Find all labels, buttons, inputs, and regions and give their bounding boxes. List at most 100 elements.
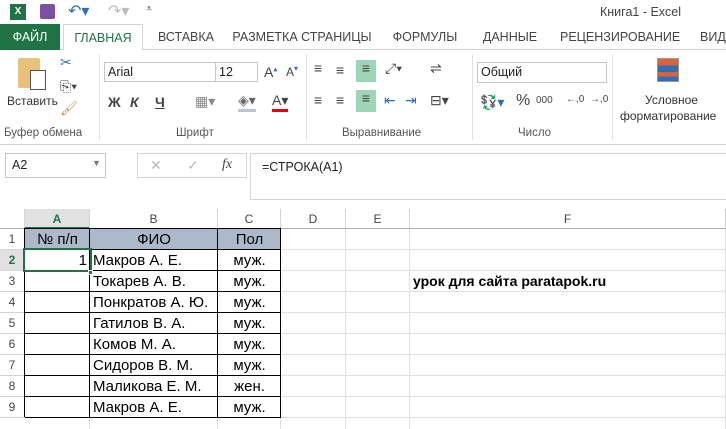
decrease-indent-icon[interactable]: ⇤ — [384, 92, 396, 109]
divider — [612, 54, 613, 140]
align-top-icon[interactable]: ≡ — [314, 60, 322, 76]
ribbon-tabs: ФАЙЛ ГЛАВНАЯ ВСТАВКА РАЗМЕТКА СТРАНИЦЫ Ф… — [0, 24, 726, 51]
align-right-icon[interactable]: ≡ — [356, 90, 376, 112]
name-box-dropdown-icon[interactable]: ▼ — [92, 158, 101, 168]
insert-function-icon[interactable]: fx — [222, 157, 232, 173]
row-header-4[interactable]: 4 — [0, 292, 25, 313]
spreadsheet-grid[interactable]: A B C D E F 1 2 3 4 5 6 7 8 9 № п/п ФИО Пол 1 Макров А. Е. м… — [0, 209, 726, 429]
gridline — [409, 229, 410, 429]
font-name-select[interactable]: Arial — [104, 62, 216, 82]
column-header-B[interactable]: B — [90, 209, 218, 229]
font-color-icon[interactable]: A▾ — [272, 92, 289, 112]
cell-gender[interactable]: муж. — [218, 334, 281, 355]
customize-toolbar-icon[interactable]: ⩡ — [146, 3, 152, 16]
enter-icon[interactable]: ✓ — [187, 157, 199, 174]
merge-center-icon[interactable]: ⊟▾ — [430, 92, 449, 109]
row-header-9[interactable]: 9 — [0, 397, 25, 418]
undo-icon[interactable]: ↶▾ — [68, 1, 89, 21]
align-center-icon[interactable]: ≡ — [336, 92, 344, 108]
cell-gender[interactable]: муж. — [218, 271, 281, 292]
cut-icon[interactable]: ✂ — [60, 54, 72, 71]
currency-icon[interactable]: 💱▾ — [480, 94, 504, 111]
row-header-3[interactable]: 3 — [0, 271, 25, 292]
column-header-D[interactable]: D — [281, 209, 346, 229]
select-all-corner[interactable] — [0, 209, 25, 229]
column-header-C[interactable]: C — [218, 209, 281, 229]
copy-icon[interactable]: ⎘▾ — [60, 78, 77, 95]
cell-gender[interactable]: муж. — [218, 292, 281, 313]
save-icon[interactable] — [40, 4, 55, 19]
cell-name[interactable]: Маликова Е. М. — [90, 376, 218, 397]
thousands-icon[interactable]: 000 — [536, 95, 553, 106]
wrap-text-icon[interactable]: ⇌ — [430, 60, 442, 77]
increase-font-icon[interactable]: A▴ — [264, 64, 277, 80]
row-header-8[interactable]: 8 — [0, 376, 25, 397]
underline-button[interactable]: Ч — [155, 94, 165, 110]
format-painter-icon[interactable]: 🖌 — [60, 100, 78, 117]
tab-insert[interactable]: ВСТАВКА — [150, 24, 222, 50]
name-box[interactable]: A2 — [5, 153, 106, 178]
increase-decimal-icon[interactable]: ←,0 — [566, 94, 584, 105]
font-size-select[interactable]: 12 — [215, 62, 258, 82]
tab-home[interactable]: ГЛАВНАЯ — [63, 24, 143, 51]
column-header-E[interactable]: E — [346, 209, 410, 229]
row-header-5[interactable]: 5 — [0, 313, 25, 334]
cell-name[interactable]: Макров А. Е. — [90, 250, 218, 271]
group-label-number: Число — [518, 127, 552, 139]
column-header-A[interactable]: A — [25, 209, 90, 229]
row-header-2[interactable]: 2 — [0, 250, 25, 271]
tab-review[interactable]: РЕЦЕНЗИРОВАНИЕ — [560, 24, 680, 50]
group-label-alignment: Выравнивание — [342, 127, 422, 139]
column-header-F[interactable]: F — [410, 209, 726, 229]
ribbon: Вставить ✂ ⎘▾ 🖌 Буфер обмена Arial 12 A▴… — [0, 50, 726, 145]
redo-icon[interactable]: ↷▾ — [108, 1, 129, 21]
cell-name[interactable]: Токарев А. В. — [90, 271, 218, 292]
window-title: Книга1 - Excel — [600, 5, 682, 19]
table-header-cell[interactable]: Пол — [218, 229, 281, 250]
align-left-icon[interactable]: ≡ — [314, 92, 322, 108]
fill-color-icon[interactable]: ◈▾ — [238, 92, 256, 112]
conditional-formatting-label-1[interactable]: Условное — [645, 93, 698, 107]
conditional-formatting-icon[interactable] — [657, 58, 679, 82]
row-header-1[interactable]: 1 — [0, 229, 25, 250]
conditional-formatting-label-2[interactable]: форматирование — [620, 109, 716, 123]
bold-button[interactable]: Ж — [108, 94, 121, 110]
cell-name[interactable]: Комов М. А. — [90, 334, 218, 355]
paste-button[interactable]: Вставить — [7, 94, 58, 108]
align-middle-icon[interactable]: ≡ — [336, 62, 344, 78]
align-bottom-icon[interactable]: ≡ — [356, 60, 376, 82]
increase-indent-icon[interactable]: ⇥ — [405, 92, 417, 109]
orientation-icon[interactable]: ⤢▾ — [385, 60, 402, 77]
tab-data[interactable]: ДАННЫЕ — [480, 24, 540, 50]
paste-doc-icon — [30, 70, 46, 90]
cell-name[interactable]: Понкратов А. Ю. — [90, 292, 218, 313]
borders-icon[interactable]: ▦▾ — [195, 93, 215, 110]
cell-gender[interactable]: муж. — [218, 250, 281, 271]
cell-name[interactable]: Сидоров В. М. — [90, 355, 218, 376]
tab-view[interactable]: ВИД — [700, 24, 726, 50]
cell-gender[interactable]: муж. — [218, 397, 281, 418]
row-header-6[interactable]: 6 — [0, 334, 25, 355]
number-format-select[interactable]: Общий — [477, 62, 607, 83]
row-header-7[interactable]: 7 — [0, 355, 25, 376]
cancel-icon[interactable]: ✕ — [150, 157, 162, 174]
cell-name[interactable]: Макров А. Е. — [90, 397, 218, 418]
cell-gender[interactable]: жен. — [218, 376, 281, 397]
divider — [472, 54, 473, 140]
table-header-cell[interactable]: ФИО — [90, 229, 218, 250]
table-header-cell[interactable]: № п/п — [25, 229, 90, 250]
cell-gender[interactable]: муж. — [218, 355, 281, 376]
tab-file[interactable]: ФАЙЛ — [0, 24, 60, 50]
percent-icon[interactable]: % — [516, 92, 530, 110]
title-bar: X ↶▾ ↷▾ ⩡ Книга1 - Excel — [0, 0, 726, 24]
italic-button[interactable]: К — [130, 94, 139, 110]
note-text[interactable]: урок для сайта paratapok.ru — [410, 271, 726, 292]
cell-gender[interactable]: муж. — [218, 313, 281, 334]
fill-handle[interactable] — [88, 270, 93, 275]
tab-page-layout[interactable]: РАЗМЕТКА СТРАНИЦЫ — [232, 24, 372, 50]
cell-name[interactable]: Гатилов В. А. — [90, 313, 218, 334]
formula-input[interactable]: =СТРОКА(A1) — [250, 153, 726, 200]
decrease-decimal-icon[interactable]: →,0 — [590, 94, 608, 105]
decrease-font-icon[interactable]: A▾ — [286, 64, 298, 79]
tab-formulas[interactable]: ФОРМУЛЫ — [390, 24, 460, 50]
